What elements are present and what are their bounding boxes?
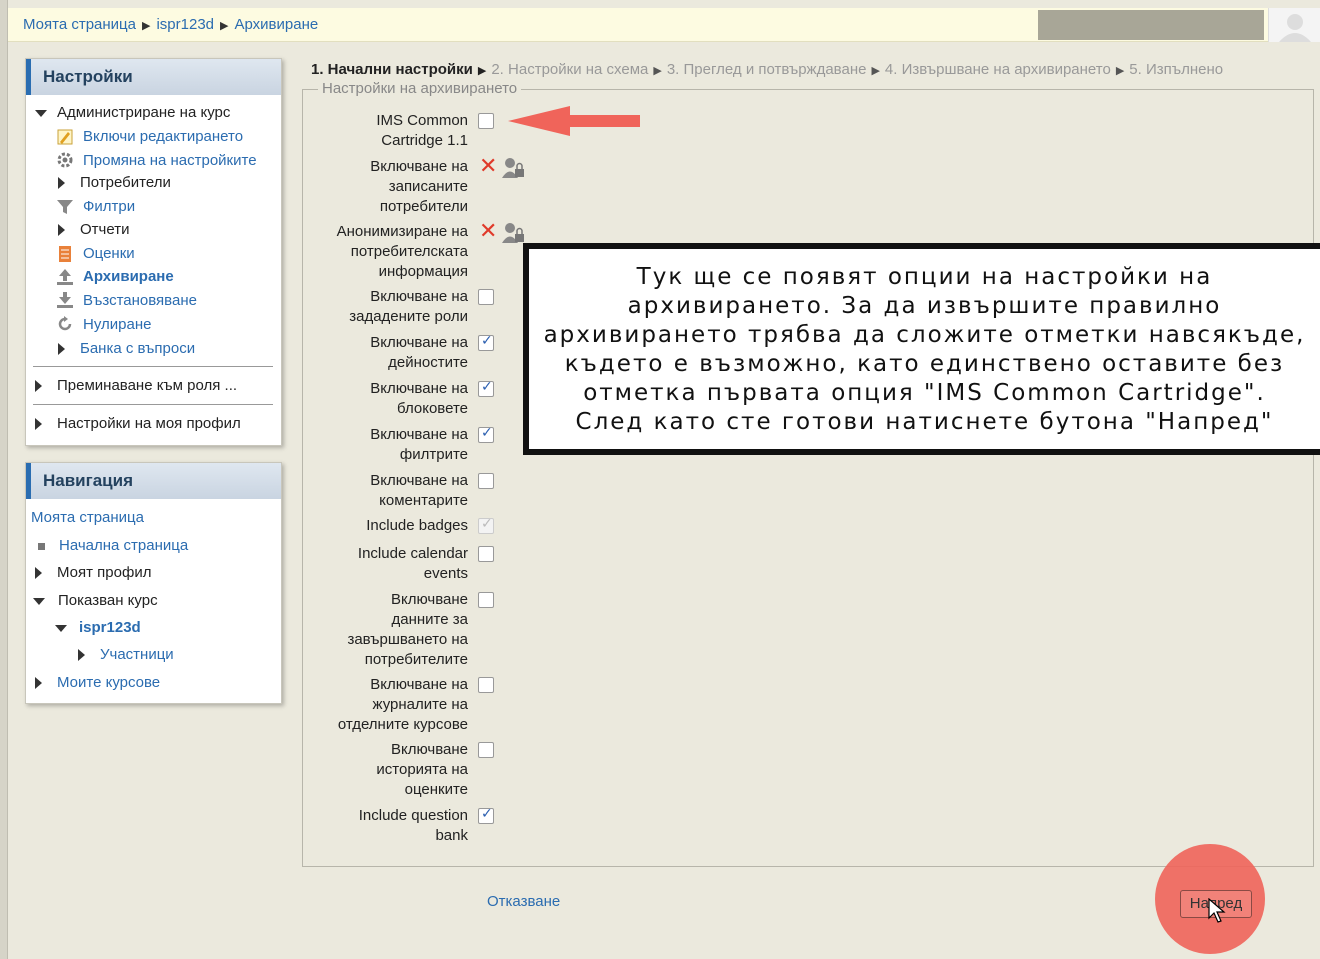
chevron-right-icon [78, 649, 85, 662]
sidebar-item-backup[interactable]: Архивиране [83, 268, 174, 285]
option-label-logs: Включване на журналите на отделните курсов… [337, 676, 468, 733]
option-label-comments: Включване на коментарите [370, 472, 468, 509]
option-question-bank-checkbox[interactable] [478, 806, 494, 824]
bullet-icon [38, 542, 45, 550]
option-badges-checkbox [478, 516, 494, 534]
window-edge [0, 0, 8, 959]
breadcrumb: Моята страница ▶ ispr123d ▶ Архивиране [23, 16, 318, 33]
sidebar-item-profile-settings[interactable]: Настройки на моя профил [35, 415, 241, 432]
fieldset-legend: Настройки на архивирането [318, 80, 522, 97]
option-label-anonymize: Анонимизиране на потребителската информаци… [336, 223, 468, 280]
option-label-roles: Включване на зададените роли [349, 288, 468, 325]
step-separator: ▶ [477, 65, 487, 77]
nav-item-my-page[interactable]: Моята страница [31, 509, 144, 526]
option-label-completion: Включване данните за завършването на потреб… [347, 591, 468, 668]
option-label-filters: Включване на филтрите [370, 426, 468, 463]
option-label-users: Включване на записаните потребители [370, 158, 468, 215]
option-label-imscc: IMS Common Cartridge 1.1 [376, 112, 468, 149]
nav-item-current-course[interactable]: Показван курс [33, 592, 158, 609]
option-grade-history-checkbox[interactable] [478, 742, 494, 758]
gear-icon [57, 152, 73, 168]
annotation-arrow-icon [508, 106, 640, 136]
step-3: 3. Преглед и потвърждаване [666, 61, 867, 78]
sidebar-item-edit-settings[interactable]: Промяна на настройките [83, 152, 257, 169]
top-navbar: Моята страница ▶ ispr123d ▶ Архивиране [8, 8, 1320, 42]
navigation-block: Навигация [25, 462, 282, 704]
option-blocks-checkbox[interactable] [478, 379, 494, 397]
avatar[interactable] [1268, 8, 1320, 42]
user-menu-area[interactable] [1038, 10, 1264, 40]
option-filters-checkbox[interactable] [478, 425, 494, 443]
locked-user-icon [502, 158, 524, 178]
nav-item-home[interactable]: Начална страница [38, 537, 188, 554]
sidebar-item-switch-role[interactable]: Преминаване към роля ... [35, 377, 237, 394]
sidebar-item-users[interactable]: Потребители [58, 174, 171, 191]
step-5: 5. Изпълнено [1129, 61, 1224, 78]
reset-icon [58, 316, 72, 331]
option-calendar-checkbox[interactable] [478, 546, 494, 562]
breadcrumb-separator: ▶ [142, 20, 151, 32]
backup-icon [57, 269, 73, 285]
sidebar-item-edit-mode[interactable]: Включи редактирането [83, 128, 243, 145]
chevron-right-icon [35, 418, 42, 431]
option-label-activities: Включване на дейностите [370, 334, 468, 371]
cross-icon: ✕ [479, 219, 498, 244]
sidebar-item-question-bank[interactable]: Банка с въпроси [58, 340, 195, 357]
cross-icon: ✕ [479, 154, 498, 179]
nav-item-my-courses[interactable]: Моите курсове [35, 674, 160, 691]
chevron-right-icon [35, 677, 42, 690]
breadcrumb-course[interactable]: ispr123d [156, 16, 214, 33]
sidebar-item-filters[interactable]: Филтри [83, 198, 135, 215]
option-label-blocks: Включване на блоковете [370, 380, 468, 417]
step-separator: ▶ [1115, 65, 1125, 77]
locked-user-icon [502, 223, 524, 243]
chevron-right-icon [35, 567, 42, 580]
divider [33, 404, 273, 405]
nav-item-participants[interactable]: Участници [78, 646, 174, 663]
chevron-right-icon [58, 343, 65, 356]
sidebar-item-grades[interactable]: Оценки [83, 245, 135, 262]
option-roles-checkbox[interactable] [478, 289, 494, 305]
option-label-question-bank: Include question bank [358, 807, 468, 844]
grades-icon [59, 246, 71, 262]
mouse-cursor-icon [1208, 898, 1226, 923]
option-imscc-checkbox[interactable] [478, 113, 494, 129]
chevron-right-icon [58, 224, 65, 237]
step-current: 1. Начални настройки [311, 61, 473, 78]
sidebar-item-restore[interactable]: Възстановяване [83, 292, 197, 309]
step-separator: ▶ [653, 65, 662, 77]
option-label-grade-history: Включване историята на оценките [376, 741, 468, 798]
step-4: 4. Извършване на архивирането [884, 61, 1111, 78]
sidebar-item-reset[interactable]: Нулиране [83, 316, 151, 333]
option-label-calendar: Include calendar events [357, 545, 468, 582]
sidebar-item-course-admin[interactable]: Администриране на курс [35, 104, 230, 121]
option-logs-checkbox[interactable] [478, 677, 494, 693]
instruction-callout: Тук ще се появят опции на настройки на а… [523, 243, 1320, 455]
breadcrumb-backup[interactable]: Архивиране [234, 16, 318, 33]
nav-item-my-profile[interactable]: Моят профил [35, 564, 151, 581]
step-separator: ▶ [871, 65, 880, 77]
chevron-down-icon [55, 624, 67, 632]
chevron-right-icon [35, 380, 42, 393]
chevron-down-icon [35, 109, 47, 117]
breadcrumb-my-page[interactable]: Моята страница [23, 16, 136, 33]
backup-steps: 1. Начални настройки ▶ 2. Настройки на схе… [311, 61, 1223, 78]
option-label-badges: Include badges [366, 517, 468, 534]
chevron-right-icon [58, 177, 65, 190]
divider [33, 366, 273, 367]
settings-block-title: Настройки [26, 59, 281, 95]
option-comments-checkbox[interactable] [478, 473, 494, 489]
breadcrumb-separator: ▶ [220, 20, 229, 32]
chevron-down-icon [33, 597, 45, 605]
pencil-icon [57, 129, 73, 145]
sidebar-item-reports[interactable]: Отчети [58, 221, 129, 238]
option-activities-checkbox[interactable] [478, 333, 494, 351]
option-completion-checkbox[interactable] [478, 592, 494, 608]
cancel-button[interactable]: Отказване [487, 893, 560, 910]
restore-icon [57, 292, 73, 308]
step-2: 2. Настройки на схема [491, 61, 649, 78]
navigation-block-title: Навигация [26, 463, 281, 499]
filter-icon [57, 200, 73, 214]
nav-item-course-ispr123d[interactable]: ispr123d [55, 619, 141, 636]
